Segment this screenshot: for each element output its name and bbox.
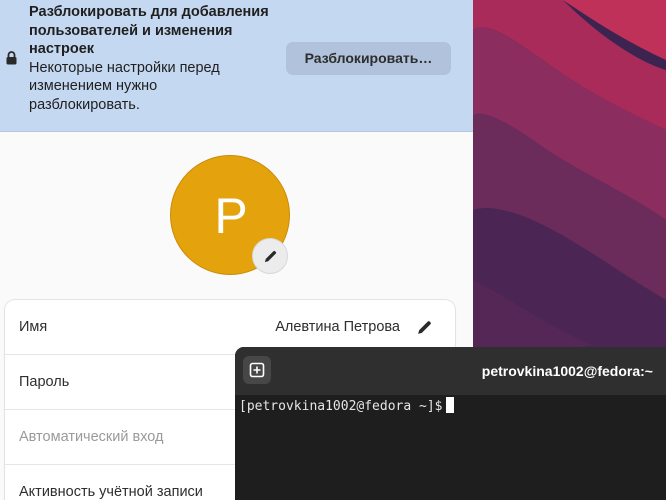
new-tab-button[interactable] (243, 356, 271, 384)
terminal-output[interactable]: [petrovkina1002@fedora ~]$ (239, 397, 454, 415)
new-tab-icon (249, 362, 265, 378)
pencil-icon (264, 250, 277, 263)
banner-text: Разблокировать для добавления пользовате… (29, 3, 269, 115)
lock-icon (6, 51, 17, 65)
unlock-banner: Разблокировать для добавления пользовате… (0, 0, 473, 132)
terminal-cursor (445, 397, 454, 413)
row-password-label: Пароль (19, 374, 70, 390)
banner-title: Разблокировать для добавления пользовате… (29, 4, 269, 58)
terminal-title: petrovkina1002@fedora:~ (481, 363, 653, 379)
terminal-headerbar: petrovkina1002@fedora:~ (235, 347, 666, 395)
avatar-edit-button[interactable] (252, 238, 288, 274)
row-autologin-label: Автоматический вход (19, 429, 164, 445)
banner-subtitle: Некоторые настройки перед изменением нуж… (29, 59, 220, 113)
terminal-prompt: [petrovkina1002@fedora ~]$ (239, 399, 443, 414)
unlock-button[interactable]: Разблокировать… (286, 42, 451, 75)
terminal-window[interactable]: petrovkina1002@fedora:~ [petrovkina1002@… (235, 347, 666, 500)
row-activity-label: Активность учётной записи (19, 484, 203, 500)
pencil-icon[interactable] (416, 319, 433, 336)
row-name-label: Имя (19, 319, 48, 335)
